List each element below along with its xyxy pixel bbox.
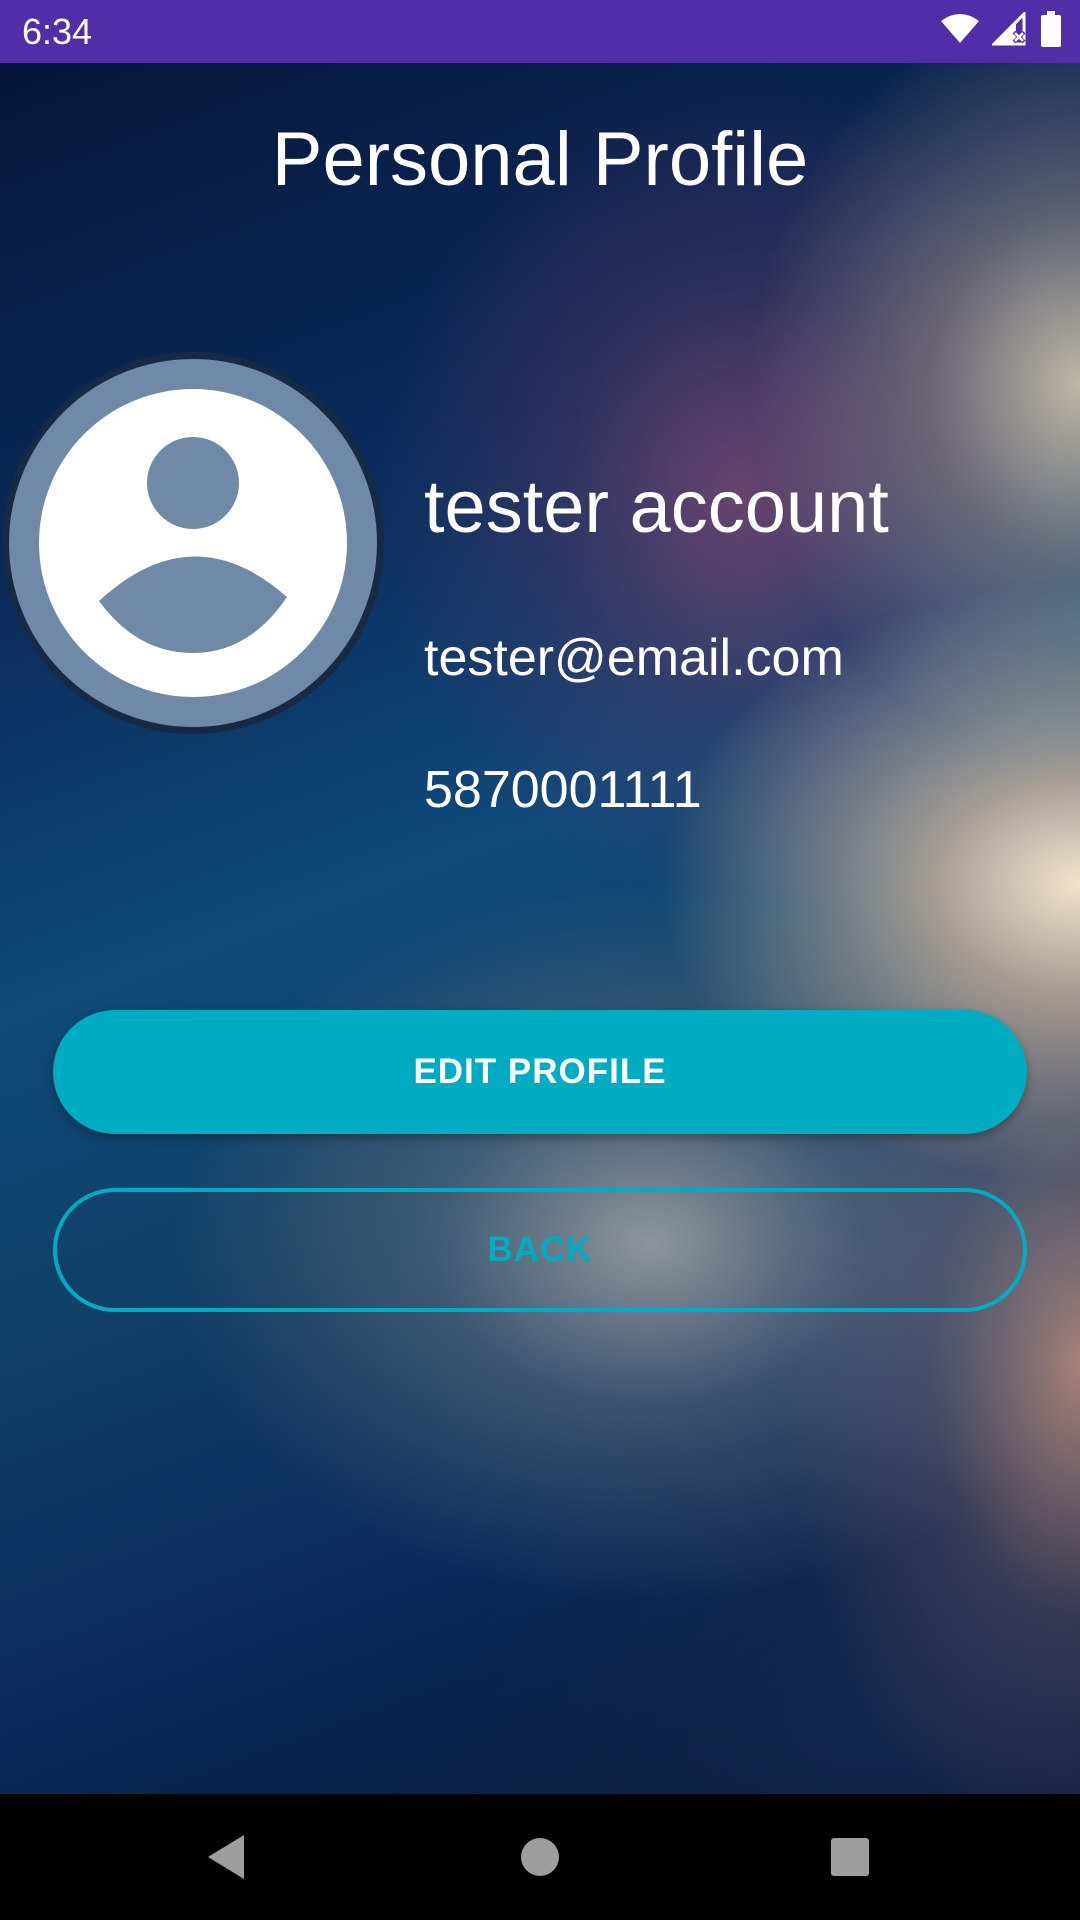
edit-profile-button[interactable]: EDIT PROFILE <box>53 1010 1027 1134</box>
background-image <box>0 63 1080 1794</box>
profile-phone: 5870001111 <box>424 761 702 819</box>
status-bar: 6:34 <box>0 0 1080 63</box>
profile-email: tester@email.com <box>424 629 844 687</box>
back-button[interactable]: BACK <box>53 1188 1027 1312</box>
person-icon <box>99 437 287 653</box>
recents-square-icon <box>831 1838 869 1876</box>
navigation-bar <box>0 1794 1080 1920</box>
home-circle-icon <box>521 1838 559 1876</box>
profile-name: tester account <box>424 465 889 548</box>
nav-home-button[interactable] <box>510 1827 570 1887</box>
page-title: Personal Profile <box>271 117 809 202</box>
cell-signal-icon <box>990 9 1028 51</box>
battery-icon <box>1040 10 1062 52</box>
avatar <box>2 352 384 734</box>
nav-recents-button[interactable] <box>820 1827 880 1887</box>
nav-back-button[interactable] <box>196 1827 256 1887</box>
status-icons <box>940 9 1062 52</box>
wifi-icon <box>940 13 980 50</box>
avatar-inner <box>39 389 347 697</box>
profile-screen: 6:34 Personal Profile tester account tes… <box>0 0 1080 1920</box>
back-triangle-icon <box>208 1835 244 1879</box>
status-time: 6:34 <box>22 11 93 52</box>
